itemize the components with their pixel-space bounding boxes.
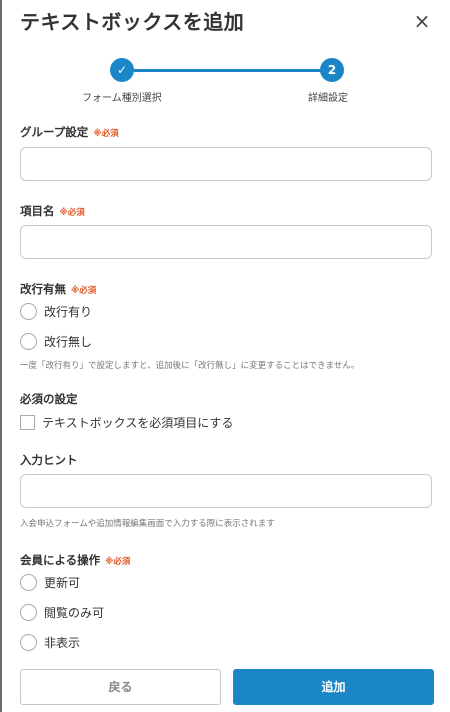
- linebreak-label-text: 改行有無: [20, 282, 66, 296]
- stepper-progress-line: [133, 69, 323, 72]
- required-checkbox[interactable]: [20, 414, 35, 430]
- required-mark: ※必須: [93, 129, 119, 139]
- item-name-label-text: 項目名: [20, 204, 55, 218]
- required-setting-label: 必須の設定: [20, 392, 78, 406]
- add-button[interactable]: 追加: [233, 669, 434, 705]
- radio-member-update[interactable]: 更新可: [20, 572, 80, 592]
- group-input[interactable]: [20, 147, 432, 181]
- linebreak-help-text: 一度「改行有り」で設定しますと、追加後に「改行無し」に変更することはできません。: [20, 361, 360, 371]
- radio-label: 改行有り: [44, 304, 93, 319]
- back-button[interactable]: 戻る: [20, 669, 221, 705]
- radio-label: 非表示: [44, 635, 81, 650]
- group-label-text: グループ設定: [20, 125, 89, 139]
- group-field-label: グループ設定 ※必須: [20, 124, 119, 140]
- radio-button[interactable]: [20, 603, 37, 621]
- radio-button[interactable]: [20, 573, 37, 591]
- step-2-label: 詳細設定: [308, 93, 348, 104]
- radio-label: 更新可: [44, 575, 81, 590]
- close-icon[interactable]: ×: [408, 6, 436, 38]
- radio-button[interactable]: [20, 633, 37, 651]
- radio-linebreak-no[interactable]: 改行無し: [20, 331, 92, 351]
- dialog-title: テキストボックスを追加: [20, 10, 245, 34]
- required-mark: ※必須: [59, 208, 85, 218]
- item-name-input[interactable]: [20, 225, 432, 259]
- hint-input[interactable]: [20, 474, 432, 508]
- step-2-number: 2: [320, 58, 344, 82]
- required-checkbox-row[interactable]: テキストボックスを必須項目にする: [20, 412, 233, 432]
- member-operation-field-label: 会員による操作 ※必須: [20, 552, 130, 568]
- step-1-label: フォーム種別選択: [82, 93, 162, 104]
- member-operation-label-text: 会員による操作: [20, 553, 101, 567]
- required-mark: ※必須: [105, 557, 131, 567]
- required-mark: ※必須: [71, 286, 97, 296]
- stepper: ✓ 2 フォーム種別選択 詳細設定: [0, 57, 450, 107]
- radio-button[interactable]: [20, 332, 37, 350]
- radio-member-view-only[interactable]: 閲覧のみ可: [20, 602, 104, 622]
- radio-label: 閲覧のみ可: [44, 605, 105, 620]
- step-1-check-icon: ✓: [110, 58, 134, 82]
- hint-help-text: 入会申込フォームや追加情報編集画面で入力する際に表示されます: [20, 519, 275, 529]
- linebreak-field-label: 改行有無 ※必須: [20, 281, 96, 297]
- hint-field-label: 入力ヒント: [20, 453, 78, 467]
- dialog-header: テキストボックスを追加 ×: [20, 6, 436, 38]
- item-name-field-label: 項目名 ※必須: [20, 203, 85, 219]
- radio-member-hidden[interactable]: 非表示: [20, 632, 80, 652]
- radio-button[interactable]: [20, 302, 37, 320]
- radio-label: 改行無し: [44, 334, 93, 349]
- required-checkbox-label: テキストボックスを必須項目にする: [42, 415, 234, 430]
- radio-linebreak-yes[interactable]: 改行有り: [20, 301, 92, 321]
